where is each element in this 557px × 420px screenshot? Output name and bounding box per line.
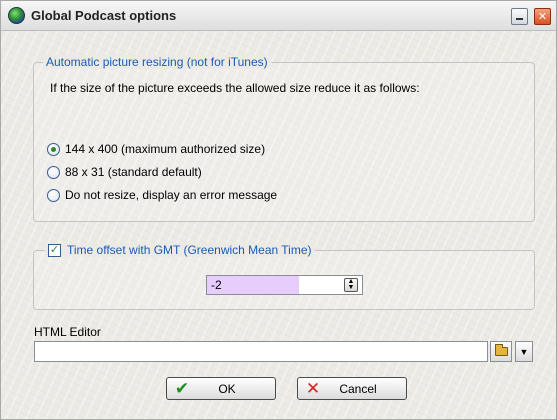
resize-group-legend: Automatic picture resizing (not for iTun… [43,55,271,69]
chevron-down-icon: ▼ [519,346,529,357]
check-icon: ✓ [49,243,60,256]
browse-folder-button[interactable] [490,341,512,362]
folder-icon [494,344,508,356]
html-editor-input[interactable] [34,341,488,362]
resize-description: If the size of the picture exceeds the a… [50,81,420,95]
radio-option-no-resize[interactable]: Do not resize, display an error message [47,188,277,202]
ok-button-label: OK [218,381,236,396]
dialog-window: Global Podcast options ✕ Automatic pictu… [0,0,557,420]
minimize-button[interactable] [511,8,528,25]
ok-button[interactable]: ✔ OK [166,377,276,400]
close-button[interactable]: ✕ [534,8,551,25]
gmt-offset-value[interactable]: -2 [207,276,299,294]
radio-label: 88 x 31 (standard default) [65,165,202,179]
gmt-group: ✓ Time offset with GMT (Greenwich Mean T… [33,243,535,310]
html-editor-label: HTML Editor [34,325,101,339]
radio-selected-dot [51,146,56,152]
gmt-checkbox[interactable]: ✓ [48,243,61,257]
radio-option-88x31[interactable]: 88 x 31 (standard default) [47,165,202,179]
radio-label: 144 x 400 (maximum authorized size) [65,142,266,156]
x-icon: ✕ [305,378,321,398]
close-icon: ✕ [537,11,548,23]
title-bar[interactable]: Global Podcast options ✕ [1,1,556,31]
minimize-icon [516,17,523,20]
radio-option-144x400[interactable]: 144 x 400 (maximum authorized size) [47,142,265,156]
cancel-button[interactable]: ✕ Cancel [297,377,407,400]
cancel-button-label: Cancel [339,381,377,396]
check-icon: ✔ [174,378,190,398]
window-title: Global Podcast options [31,8,177,23]
radio-label: Do not resize, display an error message [65,188,278,202]
radio-button[interactable] [47,142,60,156]
spin-arrows-icon[interactable]: ▲ ▼ [344,278,358,292]
editor-dropdown-button[interactable]: ▼ [515,341,533,362]
globe-icon [8,7,25,24]
gmt-checkbox-label: Time offset with GMT (Greenwich Mean Tim… [67,243,312,257]
radio-button[interactable] [47,188,60,202]
resize-group: Automatic picture resizing (not for iTun… [33,55,535,222]
radio-button[interactable] [47,165,60,179]
gmt-checkbox-row[interactable]: ✓ Time offset with GMT (Greenwich Mean T… [45,243,315,257]
gmt-offset-spinner[interactable]: -2 ▲ ▼ [206,275,363,295]
